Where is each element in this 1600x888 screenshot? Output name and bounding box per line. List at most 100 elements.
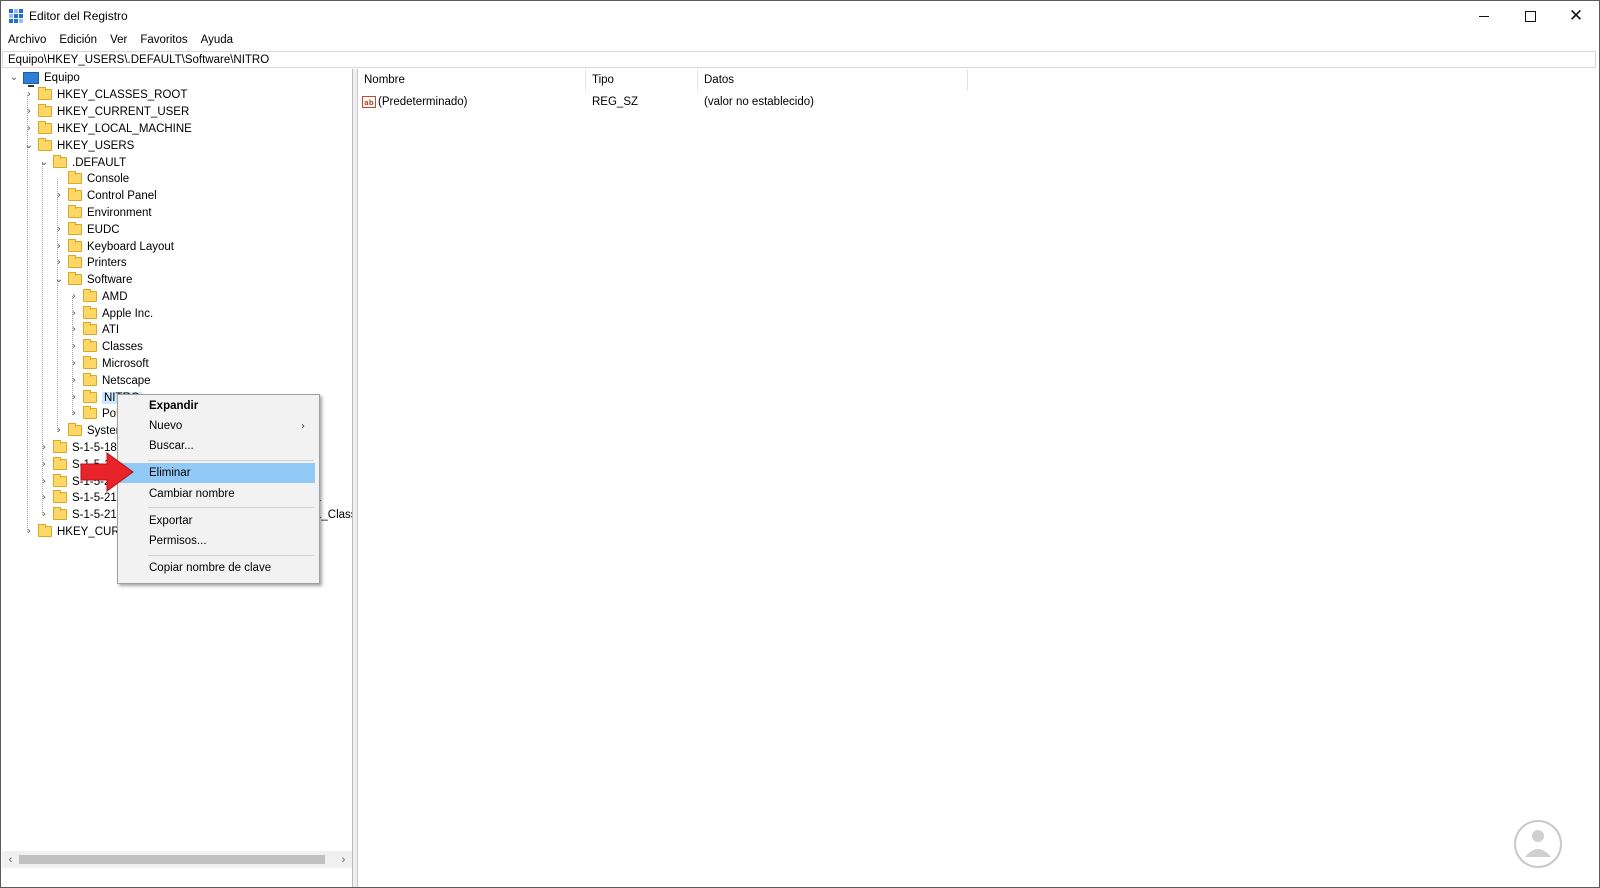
tree-node-apple[interactable]: › Apple Inc.: [69, 305, 153, 322]
expand-icon[interactable]: ›: [69, 392, 79, 403]
expand-icon[interactable]: ›: [69, 308, 79, 319]
ctx-buscar[interactable]: Buscar...: [120, 436, 315, 456]
expand-icon[interactable]: ›: [69, 358, 79, 369]
tree-node-label: Console: [87, 172, 130, 185]
tree-node-hkey-users[interactable]: ⌄ HKEY_USERS: [24, 137, 134, 154]
tree-node-software[interactable]: ⌄ Software: [54, 271, 132, 288]
tree-node-eudc[interactable]: › EUDC: [54, 221, 120, 238]
expand-icon[interactable]: ›: [24, 123, 34, 134]
expand-icon[interactable]: ›: [54, 190, 64, 201]
expand-icon[interactable]: ›: [54, 257, 64, 268]
collapse-icon[interactable]: ⌄: [9, 72, 19, 83]
tree-node-label: Microsoft: [102, 357, 149, 370]
expand-icon[interactable]: ›: [69, 341, 79, 352]
collapse-icon[interactable]: ⌄: [54, 274, 64, 285]
tree-node-default[interactable]: ⌄ .DEFAULT: [39, 154, 126, 171]
collapse-icon[interactable]: ⌄: [39, 157, 49, 168]
menu-ver[interactable]: Ver: [103, 34, 133, 46]
expand-icon[interactable]: ›: [39, 442, 49, 453]
tree-node-hkey-current-user[interactable]: › HKEY_CURRENT_USER: [24, 103, 189, 120]
menu-edicion[interactable]: Edición: [52, 34, 103, 46]
address-bar[interactable]: Equipo\HKEY_USERS\.DEFAULT\Software\NITR…: [2, 51, 1596, 68]
tree-node-suffix: 1_Class: [315, 506, 352, 523]
value-data-cell: (valor no establecido): [698, 96, 968, 108]
tree-node-label: Environment: [87, 206, 152, 219]
folder-icon: [83, 306, 97, 319]
minimize-button[interactable]: [1461, 1, 1507, 31]
column-header-tipo[interactable]: Tipo: [586, 69, 698, 91]
tree-node-ati[interactable]: › ATI: [69, 321, 119, 338]
column-header-datos[interactable]: Datos: [698, 69, 968, 91]
ctx-label: Copiar nombre de clave: [149, 562, 272, 574]
column-header-nombre[interactable]: Nombre: [358, 69, 586, 91]
maximize-button[interactable]: [1507, 1, 1553, 31]
tree-node-label: EUDC: [87, 223, 120, 236]
expand-icon[interactable]: ›: [39, 492, 49, 503]
tree-node-label: Equipo: [44, 71, 80, 84]
folder-icon: [68, 222, 82, 235]
tree-node-hkey-local-machine[interactable]: › HKEY_LOCAL_MACHINE: [24, 120, 192, 137]
column-label: Datos: [704, 74, 735, 86]
ctx-eliminar[interactable]: Eliminar: [120, 463, 315, 483]
tree-node-system[interactable]: › System: [54, 422, 125, 439]
site-logo-icon: [1514, 820, 1562, 868]
tree-node-classes[interactable]: › Classes: [69, 338, 143, 355]
close-button[interactable]: ✕: [1553, 1, 1599, 31]
expand-icon[interactable]: ›: [24, 89, 34, 100]
tree-node-console[interactable]: Console: [54, 170, 129, 187]
expand-icon[interactable]: ›: [54, 425, 64, 436]
tree-node-control-panel[interactable]: › Control Panel: [54, 187, 157, 204]
tree-node-netscape[interactable]: › Netscape: [69, 372, 151, 389]
expand-icon[interactable]: ›: [54, 241, 64, 252]
value-row-default[interactable]: ab (Predeterminado) REG_SZ (valor no est…: [358, 93, 968, 110]
scrollbar-thumb[interactable]: [19, 855, 325, 864]
scroll-left-icon[interactable]: ‹: [2, 851, 19, 868]
tree-node-environment[interactable]: Environment: [54, 204, 152, 221]
folder-icon: [53, 457, 67, 470]
expand-icon[interactable]: ›: [39, 476, 49, 487]
expand-icon[interactable]: ›: [69, 375, 79, 386]
tree-node-label: Keyboard Layout: [87, 240, 174, 253]
expand-icon[interactable]: ›: [69, 291, 79, 302]
scroll-right-icon[interactable]: ›: [335, 851, 352, 868]
tree-node-amd[interactable]: › AMD: [69, 288, 128, 305]
expand-icon[interactable]: ›: [69, 408, 79, 419]
folder-icon: [53, 490, 67, 503]
folder-icon: [68, 205, 82, 218]
tree-node-equipo[interactable]: ⌄ Equipo: [9, 69, 80, 87]
menu-archivo[interactable]: Archivo: [1, 34, 52, 46]
folder-icon: [83, 390, 97, 403]
maximize-icon: [1524, 10, 1536, 22]
expand-icon[interactable]: ›: [24, 106, 34, 117]
tree-node-printers[interactable]: › Printers: [54, 254, 127, 271]
value-name: (Predeterminado): [378, 95, 468, 108]
menu-favoritos[interactable]: Favoritos: [133, 34, 193, 46]
tree-node-s-1-5-21-b[interactable]: › S-1-5-21-: [39, 506, 121, 523]
tree-node-microsoft[interactable]: › Microsoft: [69, 355, 149, 372]
ctx-copiar-nombre[interactable]: Copiar nombre de clave: [120, 558, 315, 578]
tree-node-keyboard-layout[interactable]: › Keyboard Layout: [54, 238, 174, 255]
ctx-expandir[interactable]: Expandir: [120, 396, 315, 416]
ctx-nuevo[interactable]: Nuevo ›: [120, 416, 315, 436]
ctx-label: Nuevo: [149, 420, 183, 432]
folder-icon: [38, 104, 52, 117]
tree-node-hkey-classes-root[interactable]: › HKEY_CLASSES_ROOT: [24, 86, 187, 103]
expand-icon[interactable]: ›: [24, 526, 34, 537]
minimize-icon: [1479, 15, 1489, 17]
expand-icon[interactable]: ›: [69, 324, 79, 335]
ctx-permisos[interactable]: Permisos...: [120, 531, 315, 551]
close-icon: ✕: [1568, 5, 1584, 26]
folder-icon: [38, 138, 52, 151]
ctx-exportar[interactable]: Exportar: [120, 511, 315, 531]
folder-icon: [38, 524, 52, 537]
tree-node-label: Netscape: [102, 374, 151, 387]
expand-icon[interactable]: ›: [39, 459, 49, 470]
expand-icon[interactable]: ›: [54, 224, 64, 235]
tree-horizontal-scrollbar[interactable]: ‹ ›: [2, 851, 352, 868]
collapse-icon[interactable]: ⌄: [24, 140, 34, 151]
expand-icon[interactable]: ›: [39, 509, 49, 520]
value-data: (valor no establecido): [704, 95, 814, 108]
menu-ayuda[interactable]: Ayuda: [194, 34, 239, 46]
ctx-separator: [148, 555, 314, 556]
ctx-cambiar-nombre[interactable]: Cambiar nombre: [120, 484, 315, 504]
